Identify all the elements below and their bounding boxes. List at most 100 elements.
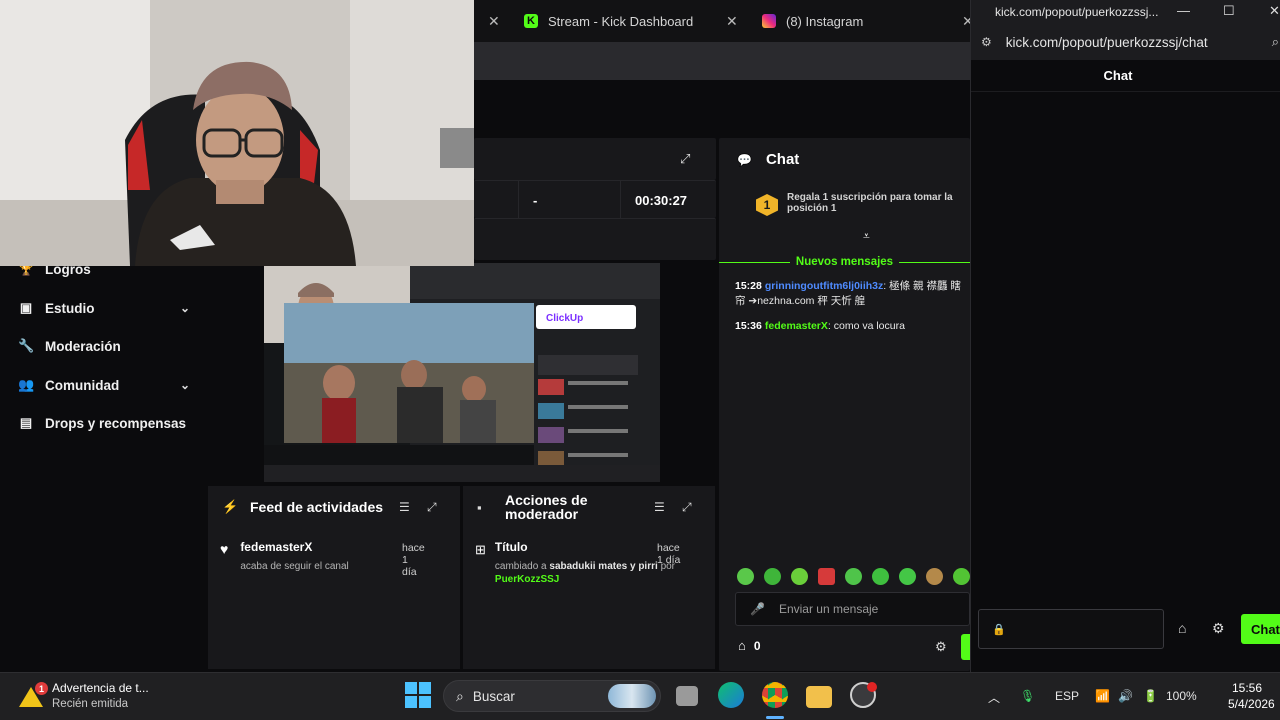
tab-close-button[interactable]: ✕ — [488, 4, 500, 38]
emote-icon[interactable] — [953, 568, 970, 585]
sidebar-item-drops[interactable]: ▤ Drops y recompensas — [18, 411, 190, 435]
windows-logo-square — [419, 696, 431, 708]
window-title: kick.com/popout/puerkozzssj... — [995, 5, 1159, 19]
edge-browser-icon[interactable] — [718, 682, 744, 708]
emote-bar — [737, 568, 970, 585]
taskbar-clock[interactable]: 15:56 5/4/2026 — [1228, 680, 1275, 712]
windows-start-icon[interactable] — [405, 682, 431, 708]
sidebar-item-label: Moderación — [45, 338, 121, 354]
store-icon[interactable]: ⌂ — [738, 638, 746, 653]
popout-chat-window: kick.com/popout/puerkozzssj... — ☐ ✕ ⚙ k… — [970, 0, 1280, 672]
send-button-edge[interactable] — [961, 634, 970, 660]
language-indicator[interactable]: ESP — [1055, 689, 1079, 703]
message-time: 15:36 — [735, 320, 762, 332]
wifi-icon[interactable]: 📶 — [1095, 689, 1110, 703]
dashboard-header — [474, 80, 970, 138]
tab-label: (8) Instagram — [786, 13, 864, 29]
clock-time: 15:56 — [1231, 681, 1262, 695]
taskbar-notification[interactable]: 1 Advertencia de t... Recién emitida — [18, 680, 149, 712]
gift-icon: ▤ — [19, 415, 33, 430]
chevron-down-icon[interactable]: ⌄ — [180, 378, 190, 392]
emote-icon[interactable] — [845, 568, 862, 585]
notification-text: Advertencia de t... Recién emitida — [52, 680, 149, 712]
sidebar-item-label: Estudio — [45, 300, 95, 316]
message-username[interactable]: grinningoutfitm6lj0iih3z — [765, 280, 883, 292]
microphone-icon[interactable]: 🎙 — [1020, 689, 1035, 703]
rank-badge: 1 — [756, 194, 778, 216]
emote-icon[interactable] — [926, 568, 943, 585]
sidebar-item-estudio[interactable]: ▣ Estudio ⌄ — [18, 296, 190, 320]
mod-actions-title: Acciones de moderador — [505, 492, 588, 522]
sidebar-item-moderacion[interactable]: 🔧 Moderación — [18, 334, 190, 358]
emote-icon[interactable] — [737, 568, 754, 585]
emote-icon[interactable] — [791, 568, 808, 585]
stream-preview[interactable]: ClickUp — [264, 263, 660, 482]
chevron-up-icon[interactable]: ︿ — [988, 689, 1000, 706]
notification-title: Advertencia de t... — [52, 681, 149, 695]
file-explorer-icon[interactable] — [806, 686, 832, 708]
chat-message-input[interactable]: 🎤 Enviar un mensaje — [735, 592, 970, 626]
gear-icon[interactable]: ⚙ — [935, 639, 947, 655]
emote-icon[interactable] — [818, 568, 835, 585]
mod-action-entry: ⊞ Título cambiado a sabadukii mates y pi… — [475, 540, 685, 586]
filter-icon[interactable]: ☰ — [399, 500, 410, 514]
lightning-icon: ⚡ — [222, 499, 239, 514]
gear-icon[interactable]: ⚙ — [1212, 620, 1225, 637]
emote-icon[interactable] — [764, 568, 781, 585]
kick-logo-icon: K — [524, 14, 538, 28]
address-bar-area — [474, 42, 970, 80]
search-label: Buscar — [472, 688, 515, 704]
zoom-icon[interactable]: ⌕ — [1272, 34, 1279, 50]
expand-icon[interactable]: ⤢ — [680, 151, 690, 167]
notification-subtitle: Recién emitida — [52, 698, 129, 710]
chat-header: 💬 Chat — [737, 151, 799, 168]
popout-chat-input[interactable]: 🔒 — [978, 609, 1164, 649]
warning-icon: 1 — [18, 682, 48, 708]
activity-feed-title: Feed de actividades — [250, 499, 384, 515]
active-app-indicator — [766, 716, 784, 719]
tab-close-button[interactable]: ✕ — [726, 4, 738, 38]
expand-icon[interactable]: ⤢ — [682, 500, 692, 515]
message-username[interactable]: fedemasterX — [765, 320, 828, 332]
tab-instagram[interactable]: (8) Instagram — [762, 4, 863, 38]
clock-date: 5/4/2026 — [1228, 697, 1275, 711]
popout-chat-header: Chat — [971, 60, 1280, 92]
sidebar-item-label: Comunidad — [45, 377, 120, 393]
battery-icon[interactable]: 🔋 — [1143, 689, 1158, 703]
taskbar-search[interactable]: ⌕ Buscar — [443, 680, 661, 712]
message-text: como va locura — [833, 320, 905, 332]
filter-icon[interactable]: ☰ — [654, 500, 665, 514]
emote-icon[interactable] — [872, 568, 889, 585]
microphone-icon[interactable]: 🎤 — [750, 602, 765, 616]
sidebar-item-comunidad[interactable]: 👥 Comunidad ⌄ — [18, 373, 190, 397]
windows-logo-square — [419, 682, 431, 694]
follower-username[interactable]: fedemasterX — [240, 540, 348, 554]
collapse-icon[interactable]: ⩡ — [863, 229, 870, 244]
emote-icon[interactable] — [899, 568, 916, 585]
store-icon[interactable]: ⌂ — [1178, 620, 1186, 636]
webcam-image — [0, 0, 474, 266]
chat-send-button[interactable]: Chat — [1241, 614, 1280, 644]
chevron-down-icon[interactable]: ⌄ — [180, 301, 190, 315]
sidebar-item-label: Drops y recompensas — [45, 415, 187, 431]
sub-goal-text: Regala 1 suscripción para tomar la posic… — [787, 192, 953, 214]
popout-url[interactable]: kick.com/popout/puerkozzssj/chat — [1006, 35, 1208, 50]
maximize-icon[interactable]: ☐ — [1223, 3, 1235, 19]
studio-icon: ▣ — [19, 300, 33, 315]
mod-action-user[interactable]: PuerKozzSSJ — [495, 574, 559, 585]
channel-points: 0 — [753, 638, 761, 653]
chat-input-placeholder: Enviar un mensaje — [778, 602, 879, 616]
site-settings-icon[interactable]: ⚙ — [981, 35, 992, 49]
expand-icon[interactable]: ⤢ — [427, 500, 437, 515]
chrome-browser-icon[interactable] — [762, 682, 788, 708]
minimize-icon[interactable]: — — [1177, 3, 1190, 18]
popout-address-bar[interactable]: ⚙ kick.com/popout/puerkozzssj/chat ⌕ — [971, 24, 1280, 60]
wrench-icon: 🔧 — [18, 338, 35, 353]
task-view-icon[interactable] — [676, 686, 698, 706]
activity-description: acaba de seguir el canal — [240, 561, 349, 572]
tab-kick-dashboard[interactable]: K Stream - Kick Dashboard — [524, 4, 693, 38]
stream-stats-footer — [474, 218, 716, 260]
mod-action-value: sabadukii mates y pirri — [549, 561, 658, 572]
volume-icon[interactable]: 🔊 — [1118, 689, 1133, 703]
close-icon[interactable]: ✕ — [1269, 3, 1280, 19]
